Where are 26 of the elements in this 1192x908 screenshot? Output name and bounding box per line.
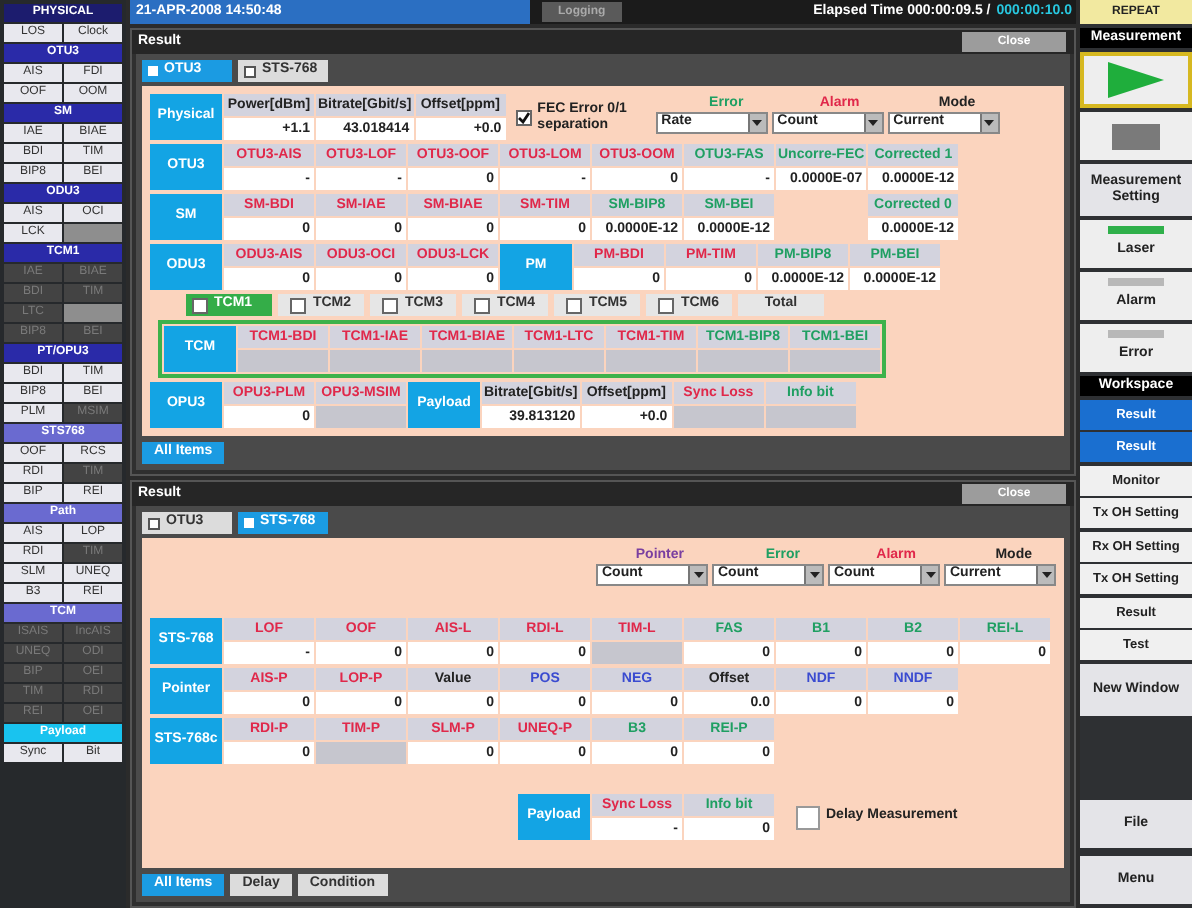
play-icon	[1108, 62, 1164, 98]
blank-indicator	[64, 304, 122, 322]
caret-icon	[868, 120, 879, 126]
caret-icon	[809, 572, 819, 578]
stop-icon	[1112, 123, 1160, 149]
start-button[interactable]	[1080, 52, 1192, 108]
square-icon	[148, 66, 158, 76]
checkbox-icon	[244, 65, 256, 77]
checkbox[interactable]	[515, 109, 532, 125]
checkbox[interactable]	[382, 297, 399, 313]
caret-icon	[693, 572, 703, 578]
checkbox[interactable]	[566, 297, 583, 313]
checkbox-icon	[148, 517, 160, 529]
stop-button[interactable]	[1080, 112, 1192, 160]
check-icon	[517, 111, 530, 123]
blank-indicator	[64, 224, 122, 242]
caret-icon	[752, 120, 763, 126]
checkbox[interactable]	[290, 297, 307, 313]
checkbox[interactable]	[474, 297, 491, 313]
caret-icon	[1041, 572, 1051, 578]
checkbox[interactable]	[796, 805, 820, 829]
checkbox[interactable]	[658, 297, 675, 313]
caret-icon	[925, 572, 935, 578]
checkbox[interactable]	[192, 297, 208, 313]
caret-icon	[984, 120, 995, 126]
square-icon	[244, 518, 254, 528]
